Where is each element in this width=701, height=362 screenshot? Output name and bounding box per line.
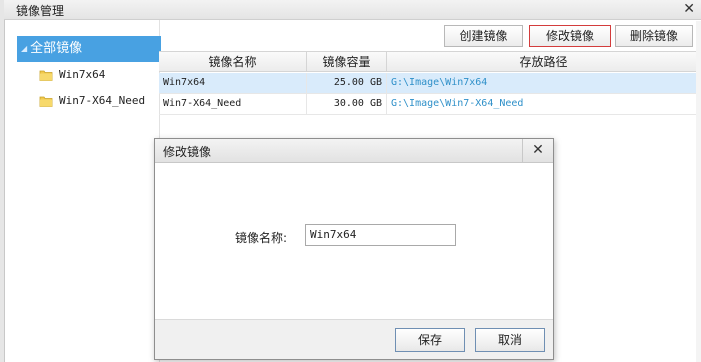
image-name-label: 镜像名称:: [235, 231, 288, 245]
window-titlebar: 镜像管理 ✕: [4, 0, 701, 20]
table-row[interactable]: Win7x64 25.00 GB G:\Image\Win7x64: [159, 73, 701, 94]
cancel-button[interactable]: 取消: [475, 328, 545, 352]
dialog-titlebar: 修改镜像 ✕: [155, 139, 553, 163]
image-name-input[interactable]: Win7x64: [305, 224, 456, 246]
dialog-close-icon[interactable]: ✕: [522, 139, 553, 162]
tree-item-win7-x64-need[interactable]: Win7-X64_Need: [39, 92, 145, 110]
modify-image-dialog: 修改镜像 ✕ 镜像名称: Win7x64 保存 取消: [154, 138, 554, 360]
dialog-footer: 保存 取消: [155, 319, 553, 359]
tree-root-all-images[interactable]: ◢ 全部镜像: [17, 36, 161, 62]
window-close-icon[interactable]: ✕: [683, 1, 695, 17]
tree-item-label: Win7x64: [59, 68, 106, 81]
folder-icon: [39, 70, 53, 81]
tree-expand-arrow-icon[interactable]: ◢: [21, 36, 27, 62]
window-title: 镜像管理: [16, 4, 65, 18]
tree-item-win7x64[interactable]: Win7x64: [39, 66, 105, 84]
column-header-name[interactable]: 镜像名称: [159, 52, 307, 71]
image-tree-panel: ◢ 全部镜像 Win7x64 Win7-X64_Need: [5, 20, 161, 362]
column-header-path[interactable]: 存放路径: [387, 52, 701, 71]
right-edge: [696, 21, 701, 362]
modify-image-button[interactable]: 修改镜像: [529, 25, 611, 47]
column-header-size[interactable]: 镜像容量: [307, 52, 387, 71]
save-button[interactable]: 保存: [395, 328, 465, 352]
dialog-title: 修改镜像: [163, 145, 212, 159]
delete-image-button[interactable]: 删除镜像: [615, 25, 693, 47]
create-image-button[interactable]: 创建镜像: [444, 25, 523, 47]
cell-image-size: 30.00 GB: [307, 94, 387, 114]
cell-image-path: G:\Image\Win7-X64_Need: [387, 94, 701, 114]
cell-image-name: Win7-X64_Need: [159, 94, 307, 114]
cell-image-name: Win7x64: [159, 73, 307, 93]
table-header: 镜像名称 镜像容量 存放路径: [159, 51, 701, 72]
tree-item-label: Win7-X64_Need: [59, 94, 146, 107]
folder-icon: [39, 96, 53, 107]
tree-root-label: 全部镜像: [30, 41, 83, 56]
cell-image-size: 25.00 GB: [307, 73, 387, 93]
table-row[interactable]: Win7-X64_Need 30.00 GB G:\Image\Win7-X64…: [159, 94, 701, 115]
cell-image-path: G:\Image\Win7x64: [387, 73, 701, 93]
